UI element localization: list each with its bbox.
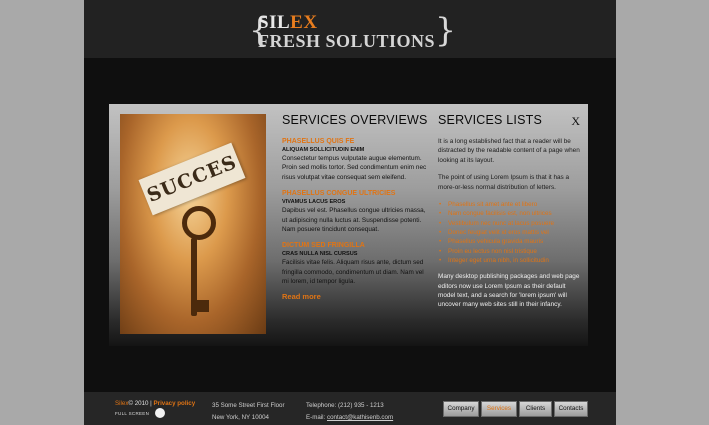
footer-brand: Silex — [115, 400, 129, 407]
overview-item-body: Facilisis vitae felis. Aliquam risus ant… — [282, 259, 424, 286]
overview-item-subtitle: CRAS NULLA NISL CURSUS — [282, 251, 358, 258]
list-item[interactable]: Integer eget urna nibh, in sollicitudin — [439, 256, 580, 266]
overview-item-subtitle: VIVAMUS LACUS EROS — [282, 199, 346, 206]
site-container: { SILEX FRESH SOLUTIONS } SUCCES SERVICE… — [84, 0, 616, 425]
header: { SILEX FRESH SOLUTIONS } — [84, 0, 616, 58]
photo-note-text: SUCCES — [143, 151, 241, 207]
overview-item-body: Dapibus vel est. Phasellus congue ultric… — [282, 207, 426, 234]
logo[interactable]: { SILEX FRESH SOLUTIONS } — [249, 10, 456, 52]
services-panel: SUCCES SERVICES OVERVIEWS PHASELLUS QUIS… — [109, 104, 588, 346]
overview-item-title: PHASELLUS CONGUE ULTRICIES — [282, 190, 396, 198]
overview-item-body: Consectetur tempus vulputate augue eleme… — [282, 155, 427, 181]
services-overview-column: SERVICES OVERVIEWS PHASELLUS QUIS FE ALI… — [282, 113, 432, 301]
nav-clients-button[interactable]: Clients — [519, 401, 552, 417]
email-link[interactable]: contact@kathisenb.com — [327, 414, 393, 421]
list-item[interactable]: Vestibulum nec nunc at lacus posuere — [439, 219, 580, 229]
read-more-link[interactable]: Read more — [282, 292, 432, 301]
key-bow-shape — [182, 206, 216, 240]
nav-company-button[interactable]: Company — [443, 401, 479, 417]
address-line-1: 35 Some Street First Floor — [212, 402, 285, 409]
telephone-text: Telephone: (212) 935 - 1213 — [306, 402, 384, 409]
copyright-text: © 2010 | — [128, 400, 152, 407]
overview-item-subtitle: ALIQUAM SOLLICITUDIN ENIM — [282, 147, 365, 153]
overview-item: PHASELLUS QUIS FE ALIQUAM SOLLICITUDIN E… — [282, 137, 432, 182]
nav-contacts-button[interactable]: Contacts — [554, 401, 588, 417]
key-bit-shape — [197, 300, 209, 312]
list-item[interactable]: Donec feugiat velit id eros mattis vel — [439, 228, 580, 238]
list-item[interactable]: Phasellus sit amet ante et libero — [439, 200, 580, 210]
overview-item-title: DICTUM SED FRINGILLA — [282, 242, 365, 250]
overview-item: DICTUM SED FRINGILLA CRAS NULLA NISL CUR… — [282, 241, 432, 286]
footer-copyright: Silex© 2010 | Privacy policy — [115, 400, 195, 407]
email-label: E-mail: — [306, 414, 326, 421]
footer-nav: Company Services Clients Contacts — [443, 401, 590, 417]
services-bullet-list: Phasellus sit amet ante et libero Nam co… — [438, 200, 580, 265]
close-icon[interactable]: X — [571, 114, 580, 129]
overview-item-title: PHASELLUS QUIS FE — [282, 138, 355, 145]
address-line-2: New York, NY 10004 — [212, 414, 269, 421]
services-lists-column: SERVICES LISTS X It is a long establishe… — [438, 113, 580, 318]
lists-paragraph-3: Many desktop publishing packages and web… — [438, 273, 580, 309]
photo-note: SUCCES — [138, 142, 246, 216]
overview-item: PHASELLUS CONGUE ULTRICIES VIVAMUS LACUS… — [282, 189, 432, 234]
nav-services-button[interactable]: Services — [481, 401, 517, 417]
logo-tagline: FRESH SOLUTIONS — [258, 31, 436, 51]
success-key-photo: SUCCES — [120, 114, 266, 334]
footer: Silex© 2010 | Privacy policy FULL SCREEN… — [84, 392, 616, 425]
services-overview-heading: SERVICES OVERVIEWS — [282, 113, 428, 127]
footer-address: 35 Some Street First Floor New York, NY … — [212, 400, 285, 424]
list-item[interactable]: Nam congue facilisis est, non ultrices — [439, 209, 580, 219]
services-lists-heading: SERVICES LISTS — [438, 113, 542, 127]
privacy-policy-link[interactable]: Privacy policy — [154, 400, 196, 407]
list-item[interactable]: Proin eu lectus non nisl tristique — [439, 247, 580, 257]
fullscreen-label: FULL SCREEN — [115, 411, 150, 416]
lists-paragraph-2: The point of using Lorem Ipsum is that i… — [438, 174, 570, 191]
logo-brace-right: } — [435, 10, 456, 49]
fullscreen-toggle-icon[interactable] — [155, 408, 165, 418]
lists-paragraph-1: It is a long established fact that a rea… — [438, 138, 580, 164]
list-item[interactable]: Phasellus vehicula gravida mauris — [439, 237, 580, 247]
footer-contact: Telephone: (212) 935 - 1213 E-mail: cont… — [306, 400, 393, 424]
email-row: E-mail: contact@kathisenb.com — [306, 412, 393, 424]
